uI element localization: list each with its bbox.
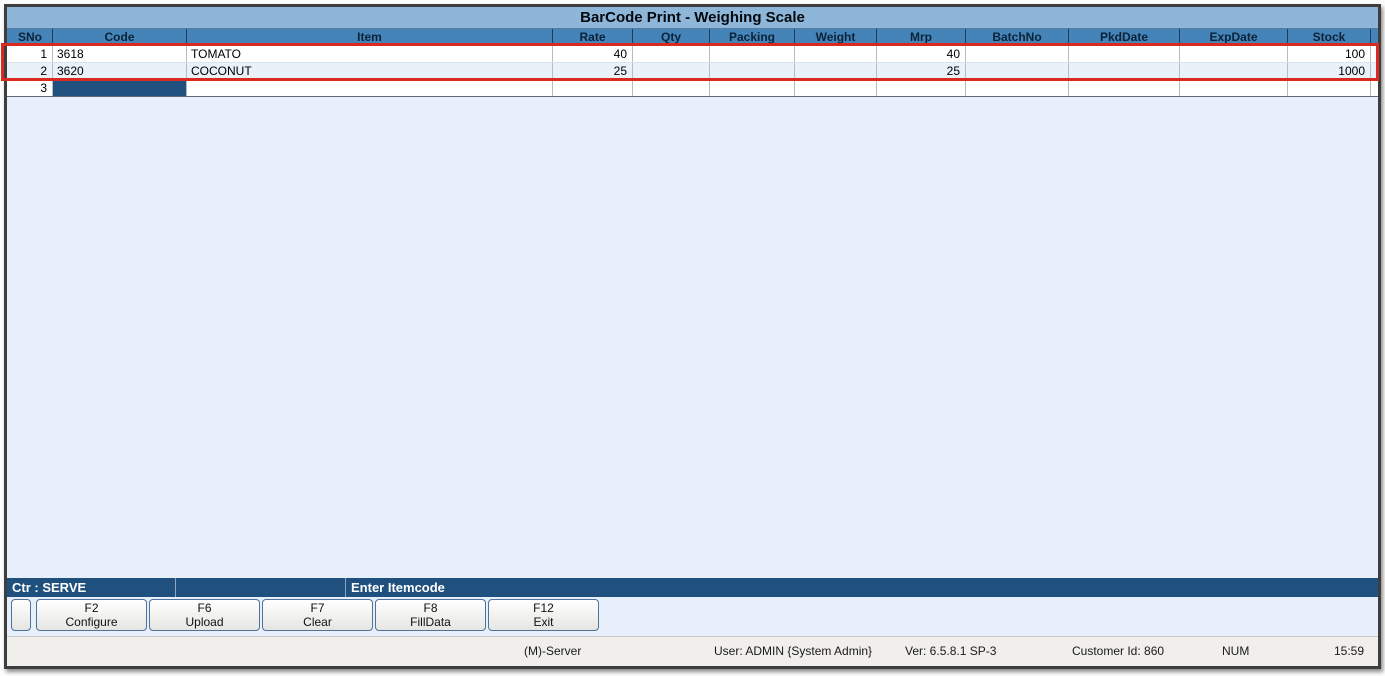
row-filler	[1371, 80, 1378, 96]
col-header-weight: Weight	[795, 29, 877, 46]
cell-r1-stock[interactable]: 100	[1288, 46, 1371, 62]
configure-button-key: F2	[84, 601, 99, 615]
filldata-button[interactable]: F8 FillData	[375, 599, 486, 631]
cell-r3-weight[interactable]	[795, 80, 877, 96]
clear-button[interactable]: F7 Clear	[262, 599, 373, 631]
prompt-bar-middle	[176, 578, 346, 597]
page-title: BarCode Print - Weighing Scale	[580, 9, 805, 26]
cell-r2-batchno[interactable]	[966, 63, 1069, 79]
col-header-mrp: Mrp	[877, 29, 966, 46]
col-header-code: Code	[53, 29, 187, 46]
configure-button-label: Configure	[65, 615, 118, 629]
user-status: User: ADMIN {System Admin}	[714, 644, 873, 658]
cell-r3-pkddate[interactable]	[1069, 80, 1180, 96]
cell-r1-sno[interactable]: 1	[8, 46, 53, 62]
cell-r2-weight[interactable]	[795, 63, 877, 79]
configure-button[interactable]: F2 Configure	[36, 599, 147, 631]
cell-r2-mrp[interactable]: 25	[877, 63, 966, 79]
exit-button-key: F12	[533, 601, 554, 615]
col-header-batchno: BatchNo	[966, 29, 1069, 46]
col-header-qty: Qty	[633, 29, 710, 46]
cell-r2-item[interactable]: COCONUT	[187, 63, 553, 79]
cell-r2-qty[interactable]	[633, 63, 710, 79]
cell-r1-pkddate[interactable]	[1069, 46, 1180, 62]
table-row-2: 2 3620 COCONUT 25 25 1000	[7, 63, 1378, 80]
cell-r2-sno[interactable]: 2	[8, 63, 53, 79]
items-grid: SNo Code Item Rate Qty Packing Weight Mr…	[7, 29, 1378, 97]
window-content: BarCode Print - Weighing Scale SNo Code …	[7, 7, 1378, 666]
prompt-bar: Ctr : SERVE Enter Itemcode	[7, 578, 1378, 597]
col-header-stock: Stock	[1288, 29, 1371, 46]
cell-r1-batchno[interactable]	[966, 46, 1069, 62]
counter-label: Ctr : SERVE	[7, 578, 176, 597]
server-mode-status: (M)-Server	[524, 644, 582, 658]
cell-r3-qty[interactable]	[633, 80, 710, 96]
col-header-item: Item	[187, 29, 553, 46]
title-bar: BarCode Print - Weighing Scale	[7, 7, 1378, 29]
cell-r3-batchno[interactable]	[966, 80, 1069, 96]
cell-r3-code-selected[interactable]	[53, 80, 187, 96]
cell-r1-item[interactable]: TOMATO	[187, 46, 553, 62]
cell-r2-expdate[interactable]	[1180, 63, 1288, 79]
cell-r1-code[interactable]: 3618	[53, 46, 187, 62]
col-header-sno: SNo	[8, 29, 53, 46]
cell-r2-stock[interactable]: 1000	[1288, 63, 1371, 79]
cell-r1-mrp[interactable]: 40	[877, 46, 966, 62]
numlock-status: NUM	[1222, 644, 1250, 658]
itemcode-prompt: Enter Itemcode	[351, 580, 445, 595]
row-filler	[1371, 63, 1378, 79]
cell-r2-rate[interactable]: 25	[553, 63, 633, 79]
exit-button[interactable]: F12 Exit	[488, 599, 599, 631]
cell-r2-packing[interactable]	[710, 63, 795, 79]
table-row-1: 1 3618 TOMATO 40 40 100	[7, 46, 1378, 63]
cell-r3-stock[interactable]	[1288, 80, 1371, 96]
cell-r3-sno[interactable]: 3	[8, 80, 53, 96]
cell-r2-pkddate[interactable]	[1069, 63, 1180, 79]
upload-button-key: F6	[197, 601, 212, 615]
blank-button[interactable]	[11, 599, 31, 631]
function-key-toolbar: F2 Configure F6 Upload F7 Clear F8 FillD…	[7, 599, 1378, 631]
cell-r1-qty[interactable]	[633, 46, 710, 62]
cell-r3-item[interactable]	[187, 80, 553, 96]
cell-r3-expdate[interactable]	[1180, 80, 1288, 96]
col-header-expdate: ExpDate	[1180, 29, 1288, 46]
filldata-button-label: FillData	[410, 615, 451, 629]
status-bar: (M)-Server User: ADMIN {System Admin} Ve…	[7, 636, 1378, 666]
col-header-packing: Packing	[710, 29, 795, 46]
cell-r3-rate[interactable]	[553, 80, 633, 96]
cell-r1-expdate[interactable]	[1180, 46, 1288, 62]
row-filler	[1371, 46, 1378, 62]
col-header-rate: Rate	[553, 29, 633, 46]
grid-header-row: SNo Code Item Rate Qty Packing Weight Mr…	[7, 29, 1378, 46]
col-header-pkddate: PkdDate	[1069, 29, 1180, 46]
cell-r1-rate[interactable]: 40	[553, 46, 633, 62]
cell-r3-mrp[interactable]	[877, 80, 966, 96]
filldata-button-key: F8	[423, 601, 438, 615]
cell-r1-weight[interactable]	[795, 46, 877, 62]
version-status: Ver: 6.5.8.1 SP-3	[905, 644, 997, 658]
clear-button-key: F7	[310, 601, 325, 615]
app-window: BarCode Print - Weighing Scale SNo Code …	[4, 4, 1381, 669]
cell-r1-packing[interactable]	[710, 46, 795, 62]
upload-button[interactable]: F6 Upload	[149, 599, 260, 631]
clear-button-label: Clear	[303, 615, 332, 629]
upload-button-label: Upload	[185, 615, 224, 629]
header-filler	[1371, 29, 1378, 46]
exit-button-label: Exit	[533, 615, 554, 629]
customer-id-status: Customer Id: 860	[1072, 644, 1165, 658]
clock-status: 15:59	[1334, 644, 1365, 658]
cell-r3-packing[interactable]	[710, 80, 795, 96]
table-row-3: 3	[7, 80, 1378, 97]
cell-r2-code[interactable]: 3620	[53, 63, 187, 79]
